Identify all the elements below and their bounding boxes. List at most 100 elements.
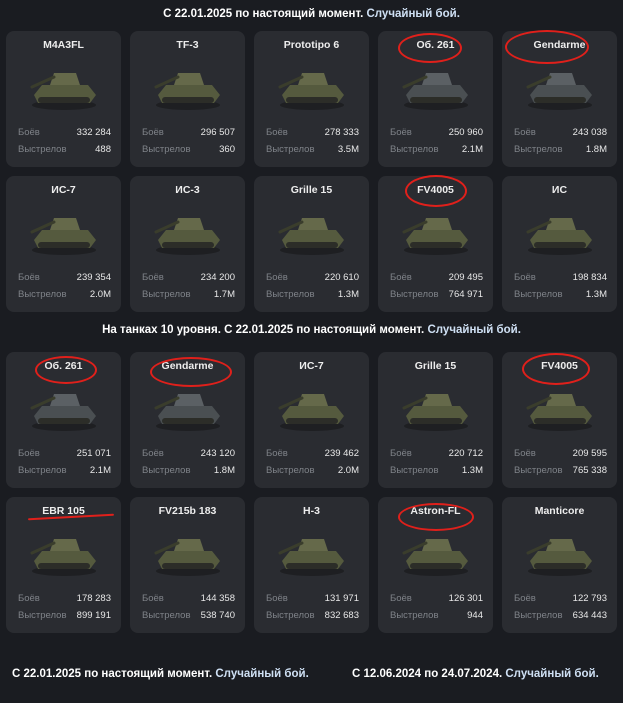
tank-card[interactable]: ИС-3 Боёв 234 200 Выстрелов 1.7M [130, 176, 245, 312]
battles-value: 239 462 [324, 448, 359, 459]
section-title-mode: Случайный бой. [366, 8, 460, 20]
battles-value: 209 595 [572, 448, 607, 459]
battles-label: Боёв [266, 272, 288, 283]
shots-label: Выстрелов [266, 610, 315, 621]
section-title-prefix: На танках 10 уровня. С 22.01.2025 по нас… [102, 324, 425, 336]
tank-card[interactable]: Об. 261 Боёв 251 071 Выстрелов 2.1M [6, 352, 121, 488]
battles-label: Боёв [514, 272, 536, 283]
battles-row: Боёв 239 354 [18, 272, 111, 283]
tank-icon [400, 521, 472, 581]
shots-row: Выстрелов 360 [142, 144, 235, 155]
tank-card[interactable]: Grille 15 Боёв 220 712 Выстрелов 1.3M [378, 352, 493, 488]
tank-icon [276, 521, 348, 581]
battles-label: Боёв [514, 448, 536, 459]
tank-card[interactable]: FV215b 183 Боёв 144 358 Выстрелов 538 740 [130, 497, 245, 633]
tank-card[interactable]: FV4005 Боёв 209 495 Выстрелов 764 971 [378, 176, 493, 312]
shots-label: Выстрелов [142, 144, 191, 155]
tank-name: FV215b 183 [158, 505, 217, 517]
battles-label: Боёв [266, 127, 288, 138]
footer-prefix: С 12.06.2024 по 24.07.2024. [352, 668, 503, 680]
tank-card[interactable]: Gendarme Боёв 243 120 Выстрелов 1.8M [130, 352, 245, 488]
battles-value: 250 960 [448, 127, 483, 138]
shots-label: Выстрелов [266, 144, 315, 155]
tank-card[interactable]: ИС-7 Боёв 239 462 Выстрелов 2.0M [254, 352, 369, 488]
shots-row: Выстрелов 944 [390, 610, 483, 621]
tank-name: Grille 15 [414, 360, 457, 372]
battles-row: Боёв 234 200 [142, 272, 235, 283]
tank-card[interactable]: ИС-7 Боёв 239 354 Выстрелов 2.0M [6, 176, 121, 312]
shots-value: 899 191 [76, 610, 111, 621]
shots-row: Выстрелов 764 971 [390, 289, 483, 300]
shots-value: 2.1M [89, 465, 111, 476]
shots-value: 1.3M [461, 465, 483, 476]
shots-label: Выстрелов [514, 289, 563, 300]
battles-row: Боёв 209 495 [390, 272, 483, 283]
tank-card[interactable]: Grille 15 Боёв 220 610 Выстрелов 1.3M [254, 176, 369, 312]
tank-card[interactable]: Manticore Боёв 122 793 Выстрелов 634 443 [502, 497, 617, 633]
battles-value: 332 284 [76, 127, 111, 138]
section-title-all-tanks: С 22.01.2025 по настоящий момент. Случай… [0, 8, 623, 20]
tank-name: FV4005 [541, 360, 578, 372]
tank-card[interactable]: Gendarme Боёв 243 038 Выстрелов 1.8M [502, 31, 617, 167]
tank-name: ИС-3 [175, 184, 200, 196]
tank-name: M4A3FL [43, 39, 84, 51]
tank-icon [400, 200, 472, 260]
tank-card[interactable]: Об. 261 Боёв 250 960 Выстрелов 2.1M [378, 31, 493, 167]
battles-row: Боёв 178 283 [18, 593, 111, 604]
tank-name: Gendarme [533, 39, 586, 51]
battles-label: Боёв [18, 448, 40, 459]
tank-name: FV4005 [417, 184, 454, 196]
tank-name: Н-3 [303, 505, 320, 517]
battles-label: Боёв [266, 593, 288, 604]
shots-label: Выстрелов [514, 465, 563, 476]
shots-value: 1.3M [585, 289, 607, 300]
shots-label: Выстрелов [142, 610, 191, 621]
battles-label: Боёв [142, 127, 164, 138]
shots-label: Выстрелов [390, 289, 439, 300]
tank-card[interactable]: FV4005 Боёв 209 595 Выстрелов 765 338 [502, 352, 617, 488]
tank-name: ИС [551, 184, 568, 196]
tank-card[interactable]: TF-3 Боёв 296 507 Выстрелов 360 [130, 31, 245, 167]
battles-value: 178 283 [76, 593, 111, 604]
tank-icon [152, 521, 224, 581]
battles-row: Боёв 278 333 [266, 127, 359, 138]
footer-prefix: С 22.01.2025 по настоящий момент. [12, 668, 213, 680]
tank-name: ИС-7 [51, 184, 76, 196]
battles-label: Боёв [390, 448, 412, 459]
shots-row: Выстрелов 832 683 [266, 610, 359, 621]
tank-card[interactable]: ИС Боёв 198 834 Выстрелов 1.3M [502, 176, 617, 312]
battles-value: 239 354 [76, 272, 111, 283]
shots-value: 2.0M [89, 289, 111, 300]
tank-name: Об. 261 [416, 39, 455, 51]
battles-value: 198 834 [572, 272, 607, 283]
battles-row: Боёв 122 793 [514, 593, 607, 604]
tank-card[interactable]: Prototipo 6 Боёв 278 333 Выстрелов 3.5M [254, 31, 369, 167]
battles-value: 243 120 [200, 448, 235, 459]
shots-row: Выстрелов 2.0M [18, 289, 111, 300]
section-title-mode: Случайный бой. [427, 324, 521, 336]
tank-name: Astron-FL [410, 505, 461, 517]
shots-row: Выстрелов 1.8M [142, 465, 235, 476]
shots-value: 2.1M [461, 144, 483, 155]
tank-name: TF-3 [176, 39, 199, 51]
spg-icon [28, 376, 100, 436]
shots-row: Выстрелов 765 338 [514, 465, 607, 476]
battles-row: Боёв 239 462 [266, 448, 359, 459]
tank-icon [276, 200, 348, 260]
battles-value: 220 610 [324, 272, 359, 283]
tank-icon [28, 55, 100, 115]
battles-row: Боёв 332 284 [18, 127, 111, 138]
shots-value: 832 683 [324, 610, 359, 621]
tank-card[interactable]: Н-3 Боёв 131 971 Выстрелов 832 683 [254, 497, 369, 633]
battles-row: Боёв 243 038 [514, 127, 607, 138]
battles-row: Боёв 220 712 [390, 448, 483, 459]
battles-value: 220 712 [448, 448, 483, 459]
battles-value: 251 071 [76, 448, 111, 459]
shots-value: 488 [95, 144, 111, 155]
tank-card[interactable]: M4A3FL Боёв 332 284 Выстрелов 488 [6, 31, 121, 167]
tank-icon [400, 376, 472, 436]
battles-label: Боёв [18, 127, 40, 138]
tank-card[interactable]: Astron-FL Боёв 126 301 Выстрелов 944 [378, 497, 493, 633]
battles-value: 131 971 [324, 593, 359, 604]
shots-label: Выстрелов [18, 610, 67, 621]
